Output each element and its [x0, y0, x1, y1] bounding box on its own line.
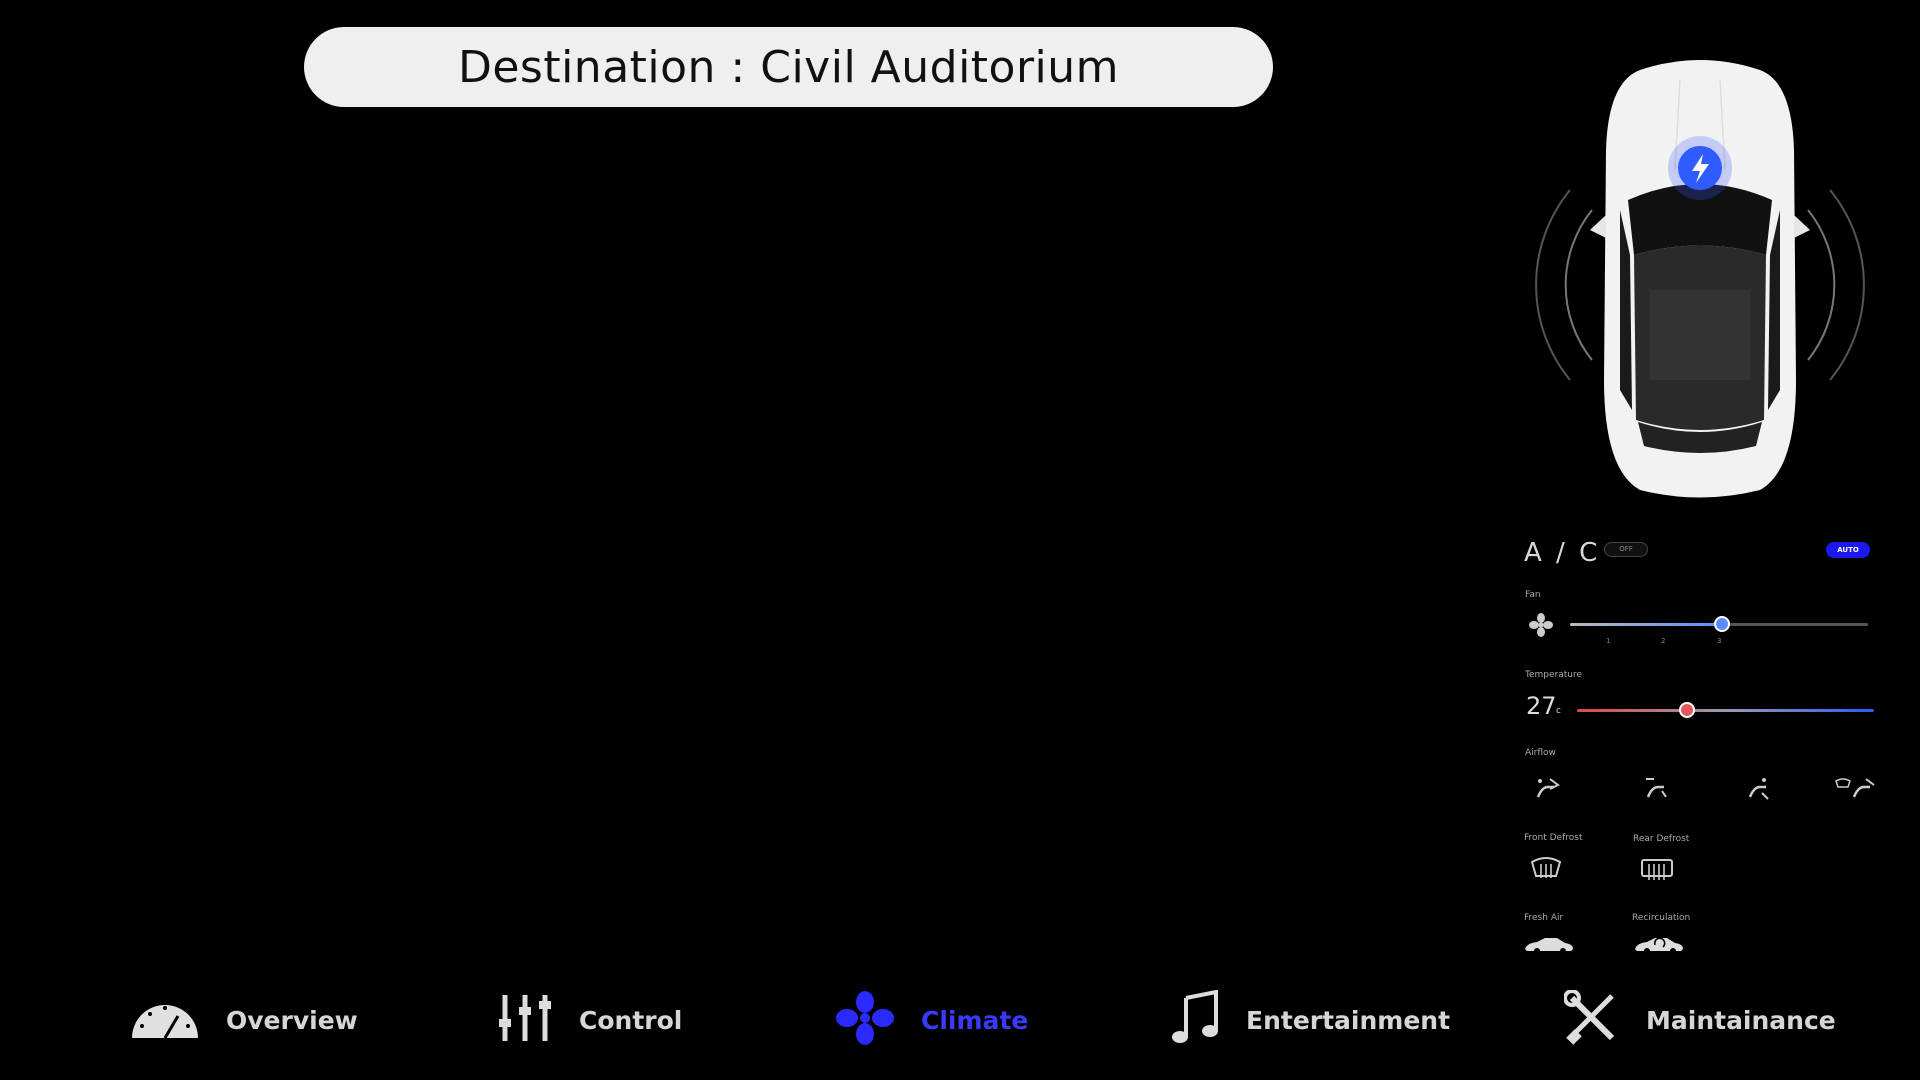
nav-item-climate[interactable]: Climate: [835, 985, 1028, 1055]
ac-title: A / C: [1524, 538, 1601, 568]
fan-label: Fan: [1525, 590, 1541, 600]
nav-item-control[interactable]: Control: [497, 985, 682, 1055]
face-feet-vent-icon[interactable]: [1642, 775, 1670, 805]
nav-label-overview: Overview: [226, 1005, 358, 1035]
rear-defrost-icon[interactable]: [1640, 856, 1674, 886]
fan-slider-knob[interactable]: [1714, 616, 1730, 632]
front-defrost-label: Front Defrost: [1524, 833, 1583, 843]
sliders-icon: [497, 993, 553, 1047]
ac-auto-toggle[interactable]: AUTO: [1826, 542, 1870, 558]
temperature-label: Temperature: [1525, 670, 1583, 680]
rear-defrost-label: Rear Defrost: [1633, 834, 1690, 844]
nav-label-control: Control: [579, 1005, 683, 1035]
ac-off-toggle[interactable]: OFF: [1604, 542, 1648, 557]
face-vent-icon[interactable]: [1532, 775, 1560, 805]
airflow-label: Airflow: [1525, 748, 1556, 758]
bottom-navigation: Overview Control Climate Entertainment M…: [0, 985, 1920, 1065]
nav-label-entertainment: Entertainment: [1246, 1005, 1451, 1035]
defrost-feet-vent-icon[interactable]: [1834, 775, 1876, 805]
temperature-slider-knob[interactable]: [1678, 702, 1695, 718]
recirculation-car-icon[interactable]: [1633, 935, 1685, 959]
nav-label-climate: Climate: [921, 1005, 1029, 1035]
fresh-air-car-icon[interactable]: [1523, 935, 1575, 959]
feet-vent-icon[interactable]: [1744, 775, 1772, 805]
temperature-unit: c: [1556, 706, 1561, 716]
nav-item-entertainment[interactable]: Entertainment: [1170, 985, 1450, 1055]
wrench-screwdriver-icon: [1563, 989, 1620, 1050]
fan-icon: [835, 990, 895, 1050]
nav-item-overview[interactable]: Overview: [130, 985, 358, 1055]
fan-tick-3: 3: [1717, 637, 1722, 645]
vehicle-top-view: [1530, 50, 1870, 510]
nav-label-maintainance: Maintainance: [1646, 1005, 1836, 1035]
destination-text: Destination : Civil Auditorium: [457, 41, 1120, 93]
climate-panel: A / C OFF AUTO Fan 1 2 3 Temperature 27 …: [1520, 530, 1880, 970]
fresh-air-label: Fresh Air: [1524, 913, 1564, 923]
fan-tick-2: 2: [1661, 637, 1666, 645]
speedometer-icon: [130, 996, 200, 1044]
temperature-value: 27: [1526, 692, 1557, 720]
destination-bar[interactable]: Destination : Civil Auditorium: [304, 27, 1273, 107]
fan-icon: [1528, 612, 1554, 642]
music-note-icon: [1170, 989, 1220, 1050]
front-defrost-icon[interactable]: [1530, 856, 1562, 886]
nav-item-maintainance[interactable]: Maintainance: [1563, 985, 1836, 1055]
fan-tick-1: 1: [1606, 637, 1611, 645]
recirculation-label: Recirculation: [1632, 913, 1691, 923]
